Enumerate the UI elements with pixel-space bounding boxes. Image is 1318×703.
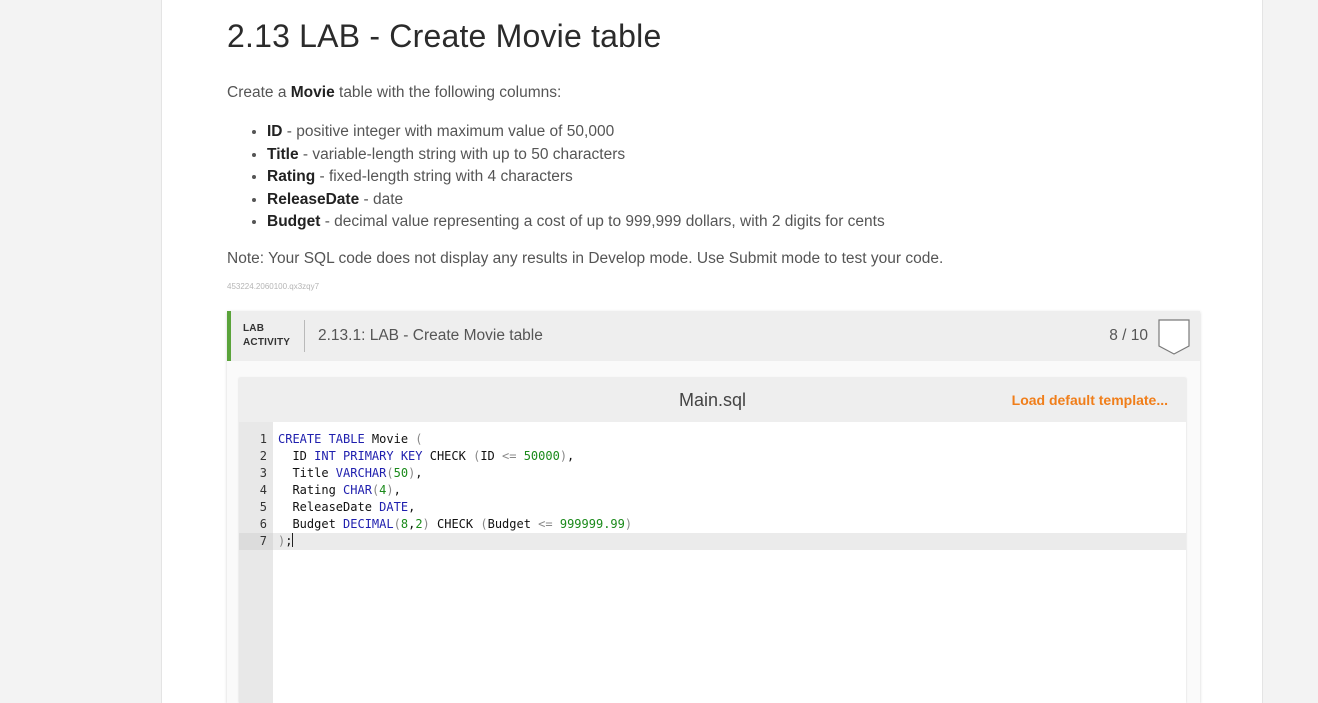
column-name: Title [267,145,299,163]
column-desc: - decimal value representing a cost of u… [320,213,885,230]
code-token: , [415,466,423,480]
page-title: 2.13 LAB - Create Movie table [227,18,662,54]
code-line[interactable]: 4 Rating CHAR(4), [239,482,1186,499]
code-line[interactable]: 1 CREATE TABLE Movie ( [239,431,1186,448]
intro-text: Create a Movie table with the following … [227,84,561,102]
code-token: ReleaseDate [278,500,380,514]
code-token: <= [502,449,517,463]
code-token: INT PRIMARY KEY [314,449,423,463]
code-token: Movie [364,432,416,446]
code-token: 999999.99 [559,517,625,531]
note-text: Note: Your SQL code does not display any… [227,250,944,267]
code-text: Budget DECIMAL(8,2) CHECK (Budget <= 999… [278,516,632,533]
line-number: 4 [259,483,267,497]
code-token: 2 [415,517,423,531]
column-desc: - date [359,190,404,208]
load-default-template-link[interactable]: Load default template... [1012,392,1168,408]
line-number: 5 [259,500,267,514]
code-text: ); [278,533,294,550]
code-token: ) [386,483,394,497]
code-line[interactable]: 5 ReleaseDate DATE, [239,499,1186,516]
code-token: , [567,449,575,463]
list-item: ID - positive integer with maximum value… [267,121,885,144]
code-token: CHECK [429,517,481,531]
code-text: CREATE TABLE Movie ( [278,431,423,448]
list-item: Title - variable-length string with up t… [267,144,885,167]
column-list: ID - positive integer with maximum value… [247,121,885,234]
code-token: ) [422,517,430,531]
code-editor[interactable]: 1 CREATE TABLE Movie (2 ID INT PRIMARY KE… [239,422,1186,703]
column-name: Rating [267,168,316,185]
column-desc: - positive integer with maximum value of… [282,123,615,140]
lab-score: 8 / 10 [1109,327,1148,344]
column-desc: - fixed-length string with 4 characters [315,168,573,185]
line-number: 1 [259,432,267,446]
code-token: ( [415,432,423,446]
code-token: ID [278,449,315,463]
line-number: 2 [259,449,267,463]
code-token: ( [386,466,394,480]
reference-id: 453224.2060100.qx3zqy7 [227,282,320,291]
code-token: CREATE TABLE [278,432,365,446]
code-token: 50 [393,466,409,480]
text-cursor [292,533,294,547]
code-token: CHECK [422,449,474,463]
code-token: VARCHAR [335,466,387,480]
code-token: ( [480,517,488,531]
line-number: 6 [259,517,267,531]
column-name: ID [267,123,283,140]
code-text: Rating CHAR(4), [278,482,401,499]
code-line[interactable]: 2 ID INT PRIMARY KEY CHECK (ID <= 50000)… [239,448,1186,465]
column-name: ReleaseDate [267,190,360,208]
code-token: DECIMAL [343,517,394,531]
code-token: 8 [400,517,409,531]
intro-before: Create a [227,84,291,101]
header-divider [304,320,305,352]
editor-file-bar: Main.sql Load default template... [239,378,1186,422]
code-editor-panel: Main.sql Load default template... 1 CREAT… [239,378,1186,703]
code-token: DATE [379,500,409,514]
code-token: Title [278,466,336,480]
page-content: 2.13 LAB - Create Movie table Create a M… [161,0,1263,703]
code-lines[interactable]: 1 CREATE TABLE Movie (2 ID INT PRIMARY KE… [239,431,1186,550]
intro-after: table with the following columns: [334,84,562,101]
code-token: , [393,483,401,497]
score-badge-icon [1158,319,1190,355]
code-line[interactable]: 6 Budget DECIMAL(8,2) CHECK (Budget <= 9… [239,516,1186,533]
code-token: Budget [278,517,344,531]
code-token: ID [480,449,502,463]
column-desc: - variable-length string with up to 50 c… [298,145,626,163]
line-number: 7 [239,533,273,550]
code-text: Title VARCHAR(50), [278,465,423,482]
lab-activity-header: LAB ACTIVITY 2.13.1: LAB - Create Movie … [227,311,1200,361]
list-item: Rating - fixed-length string with 4 char… [267,166,885,189]
code-token: <= [538,517,553,531]
code-token: ( [393,517,401,531]
line-number: 3 [259,466,267,480]
code-text: ID INT PRIMARY KEY CHECK (ID <= 50000), [278,448,574,465]
column-name: Budget [267,213,321,230]
lab-tag-line1: LAB [243,323,265,334]
code-token: CHAR [343,483,372,497]
code-token: 50000 [523,449,560,463]
code-token: Rating [278,483,344,497]
code-line[interactable]: 3 Title VARCHAR(50), [239,465,1186,482]
code-token: ) [559,449,568,463]
code-token: ) [624,517,633,531]
list-item: ReleaseDate - date [267,189,885,212]
lab-activity-tag: LAB ACTIVITY [243,322,290,350]
list-item: Budget - decimal value representing a co… [267,211,885,234]
code-token: , [408,500,416,514]
code-text: ReleaseDate DATE, [278,499,415,516]
intro-table-name: Movie [290,84,335,101]
lab-tag-line2: ACTIVITY [243,337,291,348]
lab-activity-card: LAB ACTIVITY 2.13.1: LAB - Create Movie … [227,311,1200,703]
code-line[interactable]: 7); [239,533,1186,550]
lab-activity-title: 2.13.1: LAB - Create Movie table [318,327,543,344]
code-token: ; [285,534,293,548]
code-token: Budget [487,517,539,531]
